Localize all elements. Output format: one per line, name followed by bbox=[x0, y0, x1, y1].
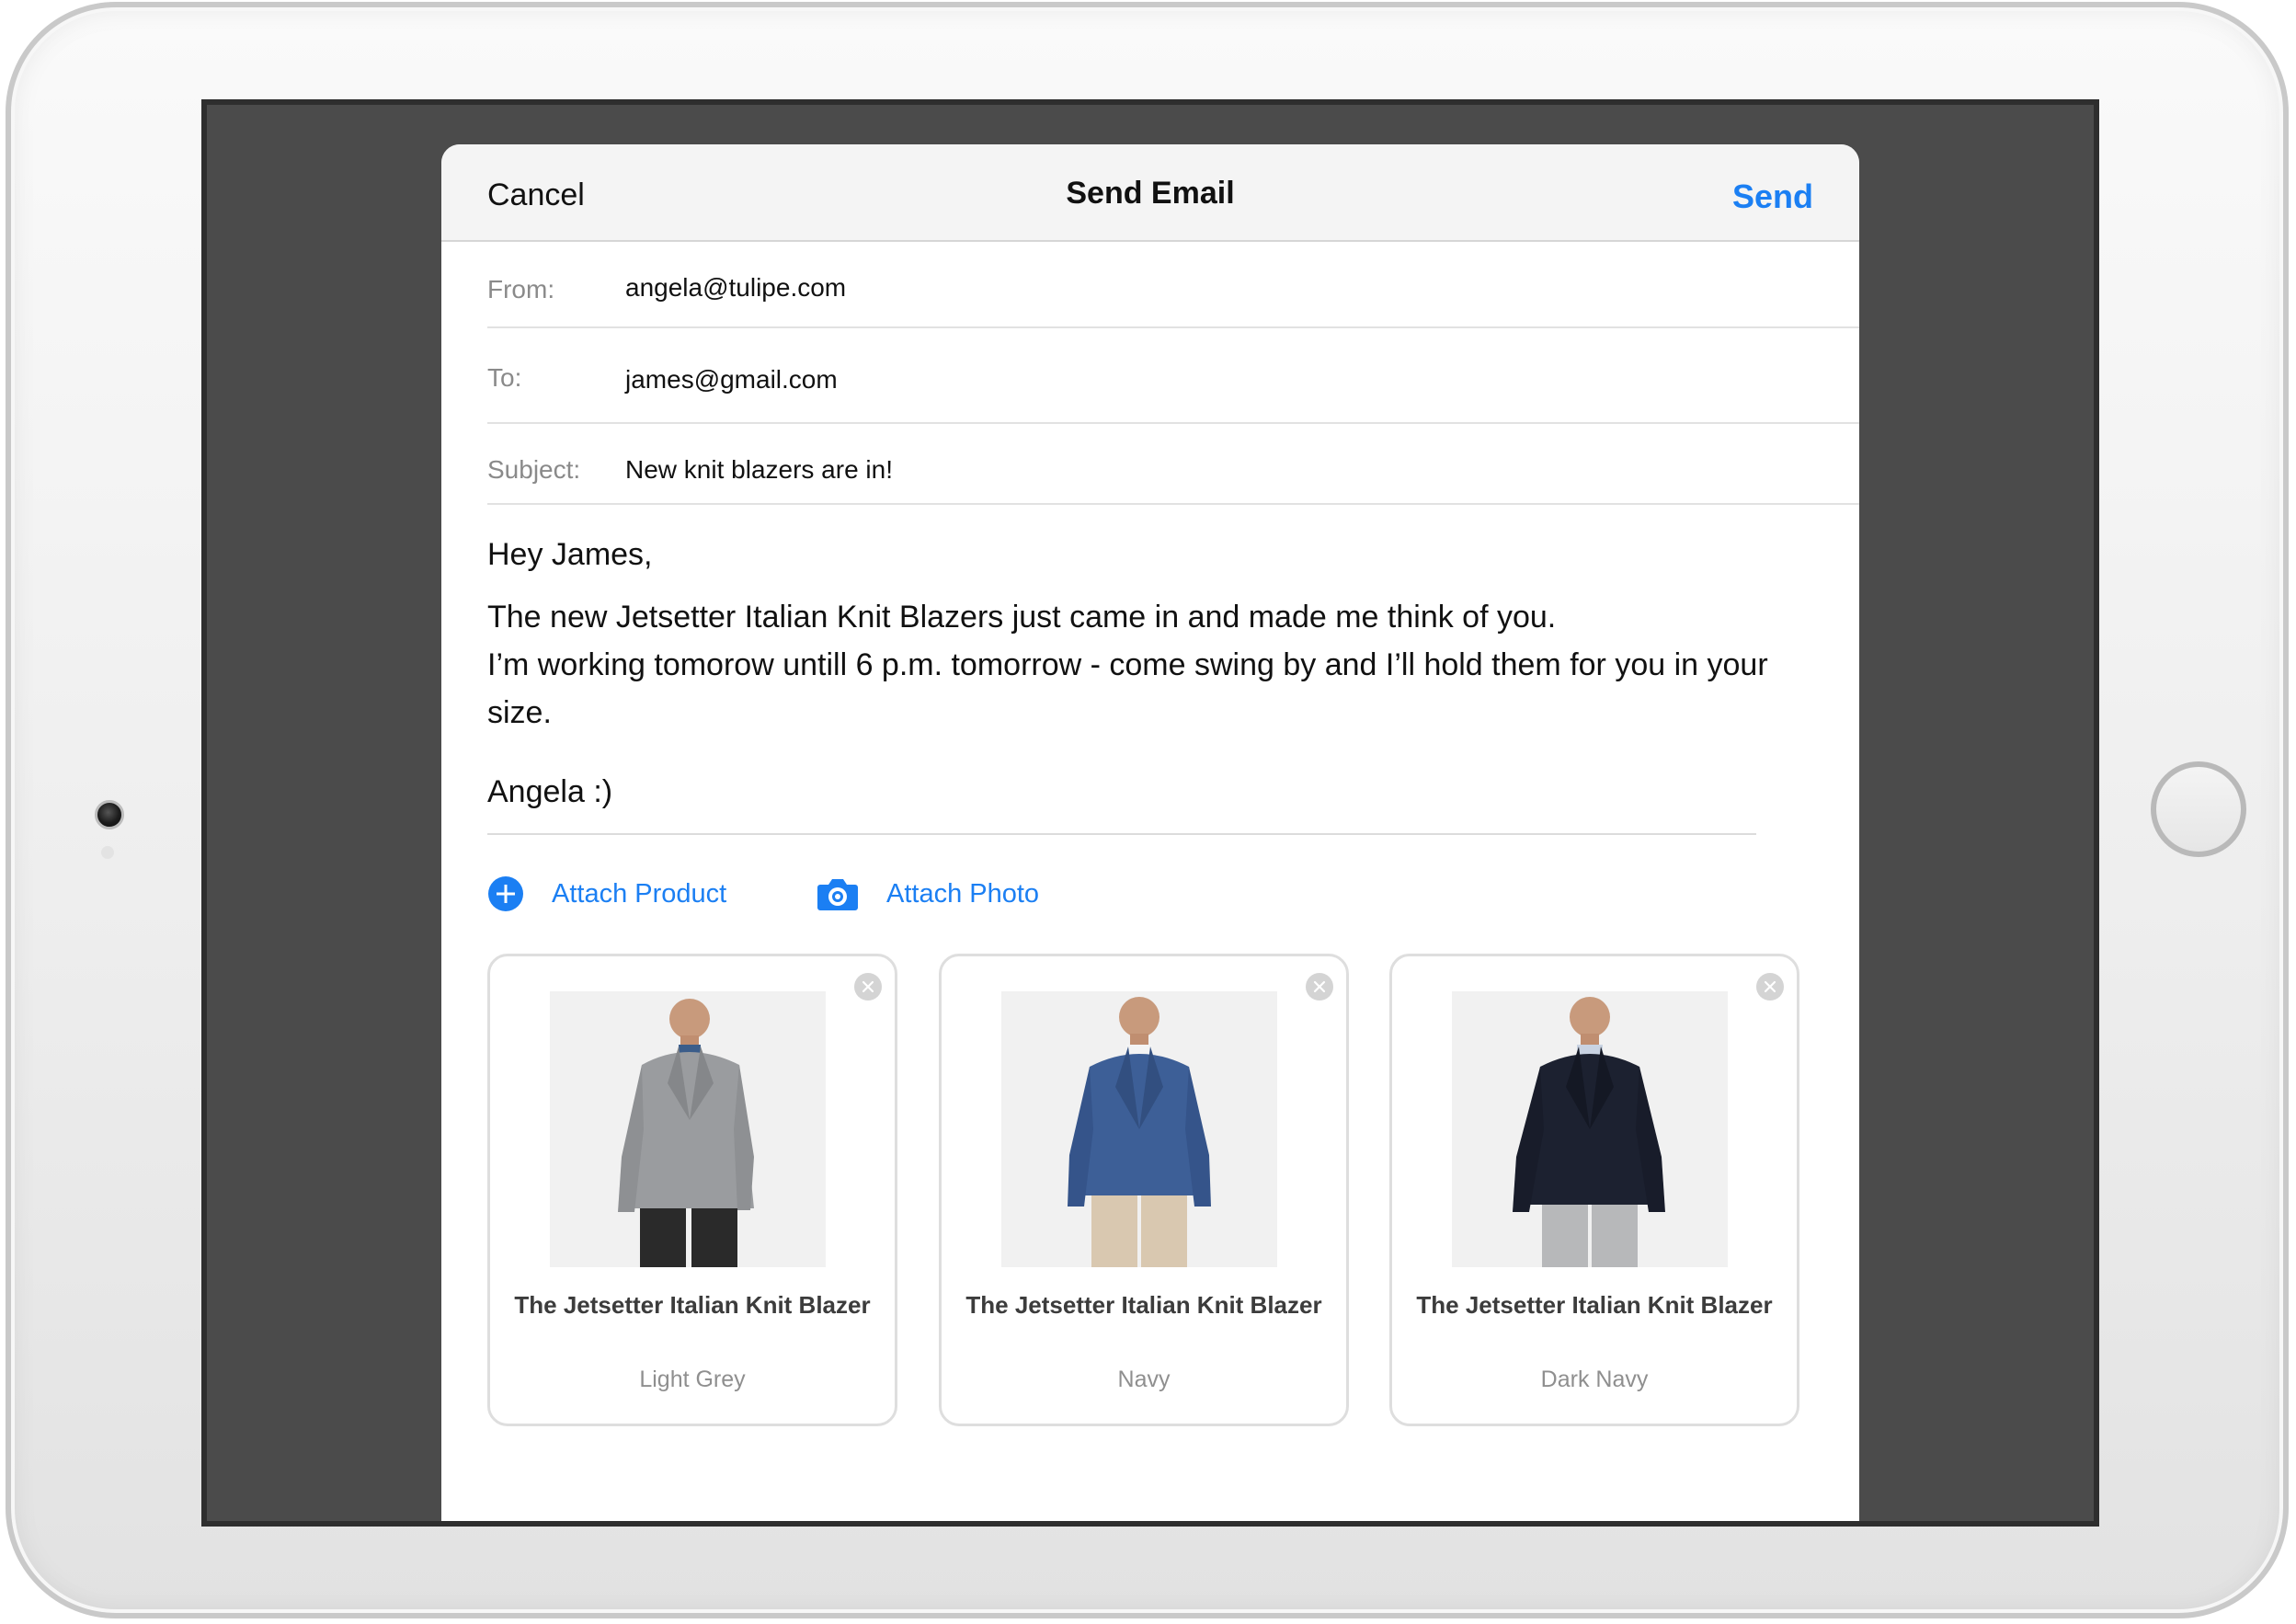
product-card-light-grey[interactable]: The Jetsetter Italian Knit Blazer Light … bbox=[487, 954, 897, 1426]
subject-label: Subject: bbox=[487, 455, 581, 484]
close-icon bbox=[1764, 980, 1776, 993]
to-value[interactable]: james@gmail.com bbox=[625, 365, 838, 395]
close-icon bbox=[1313, 980, 1326, 993]
from-value[interactable]: angela@tulipe.com bbox=[625, 273, 846, 303]
message-line-1[interactable]: The new Jetsetter Italian Knit Blazers j… bbox=[487, 593, 1775, 641]
close-icon bbox=[862, 980, 874, 993]
product-name: The Jetsetter Italian Knit Blazer bbox=[514, 1291, 871, 1319]
product-card-dark-navy[interactable]: The Jetsetter Italian Knit Blazer Dark N… bbox=[1389, 954, 1799, 1426]
remove-product-button[interactable] bbox=[854, 973, 882, 1001]
product-color: Dark Navy bbox=[1540, 1367, 1649, 1392]
product-image bbox=[550, 991, 826, 1267]
home-button[interactable] bbox=[2151, 761, 2246, 857]
page-title: Send Email bbox=[1066, 176, 1235, 211]
remove-product-button[interactable] bbox=[1306, 973, 1333, 1001]
subject-value[interactable]: New knit blazers are in! bbox=[625, 455, 893, 485]
attach-photo-button[interactable]: Attach Photo bbox=[817, 871, 1039, 917]
ambient-sensor bbox=[101, 846, 114, 859]
message-line-2[interactable]: I’m working tomorow untill 6 p.m. tomorr… bbox=[487, 641, 1775, 737]
product-image bbox=[1452, 991, 1728, 1267]
product-name: The Jetsetter Italian Knit Blazer bbox=[1416, 1291, 1773, 1319]
product-card-navy[interactable]: The Jetsetter Italian Knit Blazer Navy bbox=[939, 954, 1349, 1426]
attach-product-button[interactable]: Attach Product bbox=[487, 871, 726, 917]
navbar: Cancel Send Email Send bbox=[441, 144, 1859, 242]
subject-field[interactable]: Subject: New knit blazers are in! bbox=[487, 424, 1859, 505]
from-label: From: bbox=[487, 275, 555, 303]
product-color: Light Grey bbox=[639, 1367, 746, 1392]
to-field[interactable]: To: james@gmail.com bbox=[487, 328, 1859, 424]
send-button[interactable]: Send bbox=[1732, 177, 1813, 216]
message-greeting[interactable]: Hey James, bbox=[487, 531, 1775, 578]
to-label: To: bbox=[487, 363, 522, 392]
message-signature[interactable]: Angela :) bbox=[487, 768, 1775, 816]
send-email-sheet: Cancel Send Email Send From: angela@tuli… bbox=[441, 144, 1859, 1521]
product-color: Navy bbox=[1117, 1367, 1171, 1392]
front-camera bbox=[95, 800, 124, 829]
message-divider bbox=[487, 833, 1756, 835]
screen: Cancel Send Email Send From: angela@tuli… bbox=[201, 99, 2099, 1527]
from-field[interactable]: From: angela@tulipe.com bbox=[487, 242, 1859, 328]
product-image bbox=[1001, 991, 1277, 1267]
camera-icon bbox=[817, 875, 859, 912]
plus-circle-icon bbox=[487, 875, 524, 912]
product-name: The Jetsetter Italian Knit Blazer bbox=[965, 1291, 1322, 1319]
attach-photo-label: Attach Photo bbox=[886, 878, 1040, 909]
attach-product-label: Attach Product bbox=[552, 878, 727, 909]
remove-product-button[interactable] bbox=[1756, 973, 1784, 1001]
